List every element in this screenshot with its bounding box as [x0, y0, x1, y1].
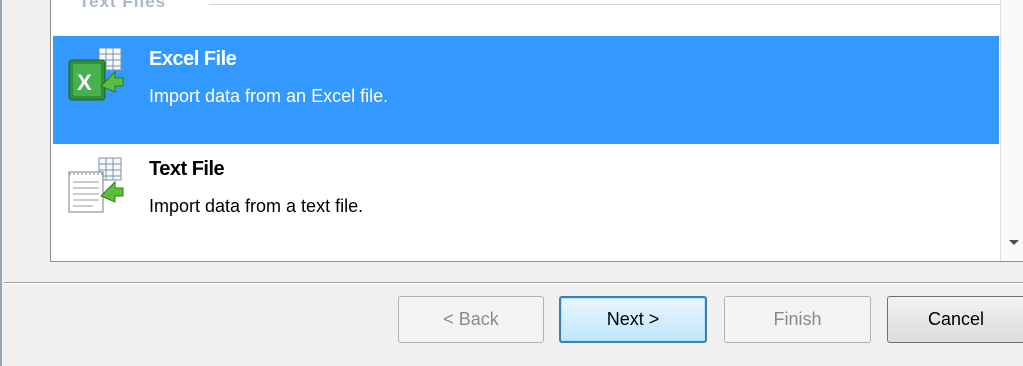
import-wizard-dialog: Text Files X Excel File Import data from… [0, 0, 1023, 366]
list-item-excel-file[interactable]: X Excel File Import data from an Excel f… [53, 36, 999, 144]
text-file-title: Text File [149, 158, 225, 180]
svg-text:X: X [77, 70, 92, 95]
scroll-down-arrow-icon[interactable] [1009, 240, 1019, 245]
data-source-list: Text Files X Excel File Import data from… [50, 0, 1023, 262]
excel-file-description: Import data from an Excel file. [149, 86, 389, 106]
excel-import-icon: X [63, 46, 127, 106]
group-header: Text Files [61, 0, 1001, 18]
next-button[interactable]: Next > [559, 296, 707, 343]
back-button[interactable]: < Back [398, 296, 544, 343]
text-file-description: Import data from a text file. [149, 196, 364, 216]
finish-button[interactable]: Finish [724, 296, 871, 343]
excel-file-title: Excel File [149, 48, 237, 70]
button-area-separator [4, 282, 1023, 284]
group-label: Text Files [79, 0, 167, 11]
cancel-button[interactable]: Cancel [887, 296, 1023, 343]
list-item-text-file[interactable]: Text File Import data from a text file. [53, 146, 999, 254]
group-divider [209, 4, 1001, 5]
list-scrollbar[interactable] [1000, 0, 1023, 261]
text-file-import-icon [63, 156, 127, 216]
